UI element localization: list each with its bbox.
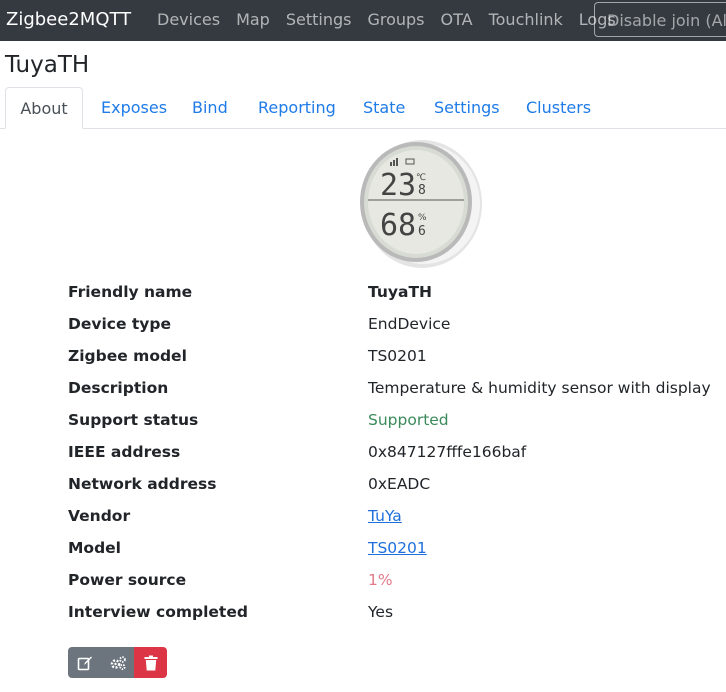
device-tabs: About Exposes Bind Reporting State Setti… [0,87,726,129]
info-value: Yes [368,603,394,621]
info-key: Zigbee model [68,347,187,365]
remove-button[interactable] [134,647,167,678]
info-value: TuYa [368,505,402,527]
table-row: Device type EndDevice [0,313,726,345]
cogs-icon [110,655,126,670]
table-row: Vendor TuYa [0,505,726,537]
power-source-value: 1% [368,571,393,589]
rename-button[interactable] [68,647,101,678]
table-row: Model TS0201 [0,537,726,569]
brand-link[interactable]: Zigbee2MQTT [6,9,131,30]
model-link[interactable]: TS0201 [368,539,427,557]
tab-bind[interactable]: Bind [192,87,228,128]
info-key: Vendor [68,507,131,525]
edit-icon [77,656,92,670]
tab-state[interactable]: State [363,87,405,128]
nav-ota[interactable]: OTA [441,10,473,29]
info-value: TS0201 [368,347,427,365]
table-row: Friendly name TuyaTH [0,281,726,313]
tab-about[interactable]: About [5,87,83,129]
info-key: Interview completed [68,603,248,621]
display-temp-dec: 8 [418,183,426,198]
display-temp: 23 [380,168,416,203]
tab-clusters[interactable]: Clusters [526,87,591,128]
device-actions [68,647,167,678]
navbar: Zigbee2MQTT Devices Map Settings Groups … [0,0,726,41]
trash-icon [144,655,157,670]
nav-touchlink[interactable]: Touchlink [489,10,563,29]
nav-links: Devices Map Settings Groups OTA Touchlin… [157,10,632,29]
table-row: Support status Supported [0,409,726,441]
info-key: Friendly name [68,283,193,301]
info-value: 0x847127fffe166baf [368,443,527,461]
info-value: EndDevice [368,315,451,333]
disable-join-button[interactable]: Disable join (All) [594,2,726,37]
table-row: Zigbee model TS0201 [0,345,726,377]
table-row: Network address 0xEADC [0,473,726,505]
table-row: Power source 1% [0,569,726,601]
nav-map[interactable]: Map [236,10,270,29]
info-key: Network address [68,475,217,493]
configure-button[interactable] [101,647,134,678]
info-key: Model [68,539,121,557]
display-temp-unit: ℃ [416,173,426,183]
table-row: Description Temperature & humidity senso… [0,377,726,409]
info-key: Device type [68,315,172,333]
tab-settings[interactable]: Settings [434,87,500,128]
tab-exposes[interactable]: Exposes [101,87,167,128]
table-row: Interview completed Yes [0,601,726,633]
info-key: IEEE address [68,443,181,461]
info-key: Power source [68,571,187,589]
display-humidity-dec: 6 [418,224,426,239]
nav-settings[interactable]: Settings [286,10,352,29]
display-humidity: 68 [380,208,416,243]
nav-devices[interactable]: Devices [157,10,220,29]
tab-reporting[interactable]: Reporting [258,87,336,128]
info-value: Temperature & humidity sensor with displ… [368,379,711,397]
info-value: 0xEADC [368,475,431,493]
vendor-link[interactable]: TuYa [368,507,402,525]
info-value: TS0201 [368,537,427,559]
nav-groups[interactable]: Groups [367,10,424,29]
info-key: Support status [68,411,199,429]
support-status-value: Supported [368,411,449,429]
device-image: 23 ℃ 8 68 % 6 [342,130,492,276]
display-humidity-unit: % [418,213,427,223]
info-value: TuyaTH [368,283,433,301]
page-title: TuyaTH [5,52,90,78]
table-row: IEEE address 0x847127fffe166baf [0,441,726,473]
info-key: Description [68,379,169,397]
